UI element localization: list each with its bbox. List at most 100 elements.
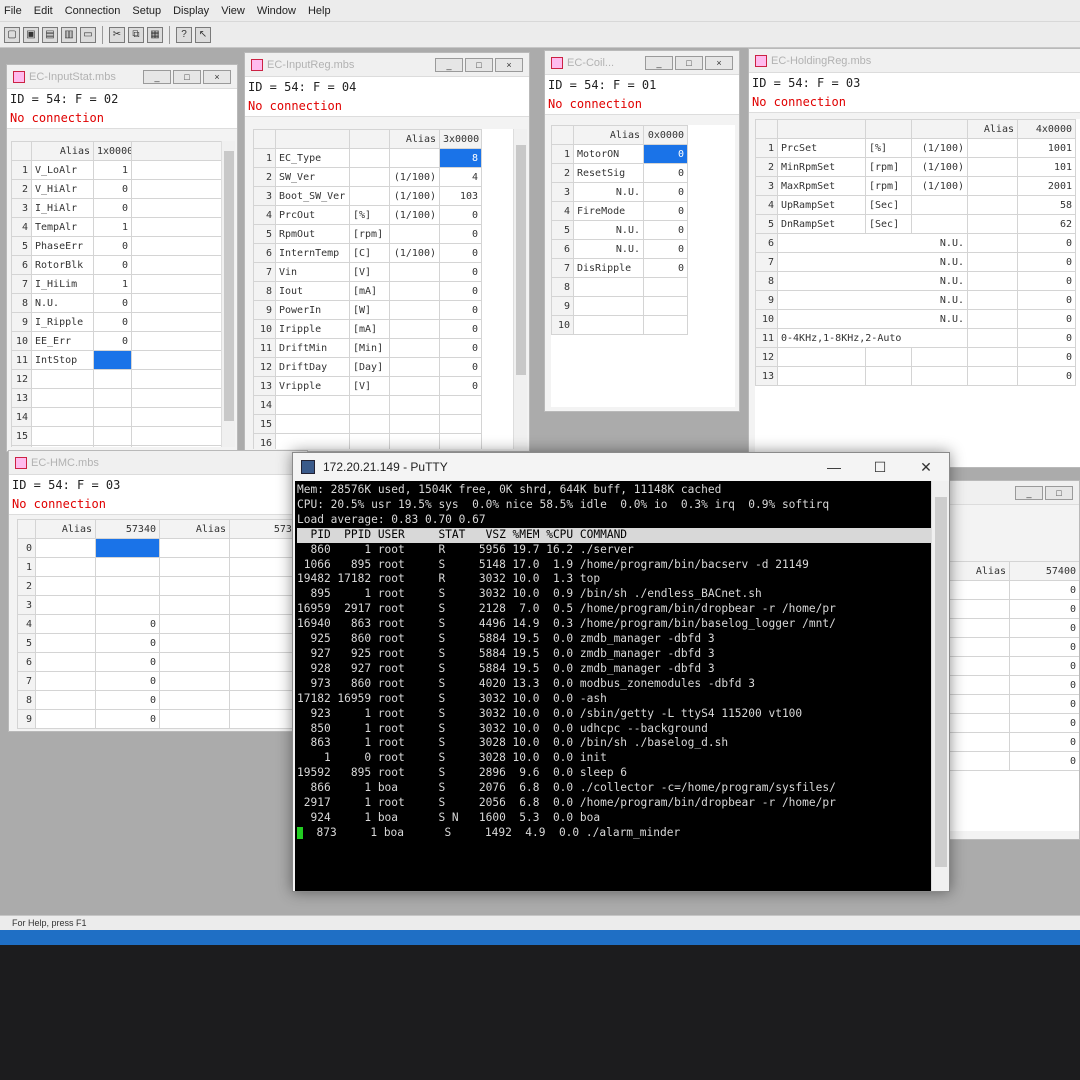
table-row[interactable]: 1 MotorON 0 [551, 144, 688, 164]
value-cell[interactable]: 0 [1017, 271, 1076, 291]
table-row[interactable]: 40 [17, 614, 305, 634]
value-cell[interactable]: 0 [95, 633, 160, 653]
window-titlebar[interactable]: _ □ [931, 481, 1079, 505]
value-cell[interactable] [93, 350, 132, 370]
value-cell[interactable]: 0 [439, 300, 482, 320]
table-row[interactable]: 5 N.U. 0 [551, 220, 688, 240]
value-cell[interactable]: 0 [439, 205, 482, 225]
table-row[interactable]: 0 [939, 580, 1079, 600]
value-cell[interactable]: 0 [1009, 751, 1079, 771]
table-row[interactable]: 5 PhaseErr 0 [11, 236, 222, 256]
table-row[interactable]: 4 PrcOut [%] (1/100) 0 [253, 205, 482, 225]
window-titlebar[interactable]: EC-InputReg.mbs _ □ × [245, 53, 529, 77]
value-cell[interactable]: 0 [439, 338, 482, 358]
table-row[interactable]: 50 [17, 633, 305, 653]
value-cell[interactable]: 0 [643, 163, 688, 183]
value-cell[interactable]: 8 [439, 148, 482, 168]
value-cell[interactable] [643, 296, 688, 316]
copy-icon[interactable]: ⧉ [128, 26, 144, 43]
table-row[interactable]: 8 [551, 277, 688, 297]
maximize-button[interactable]: ☐ [857, 459, 903, 476]
value-cell[interactable] [439, 414, 482, 434]
window-titlebar[interactable]: EC-HMC.mbs [9, 451, 307, 475]
value-cell[interactable] [643, 315, 688, 335]
value-cell[interactable]: 0 [643, 258, 688, 278]
value-cell[interactable]: 58 [1017, 195, 1076, 215]
table-row[interactable]: 3 N.U. 0 [551, 182, 688, 202]
value-cell[interactable]: 0 [95, 671, 160, 691]
value-cell[interactable]: 0 [93, 255, 132, 275]
coil-window[interactable]: EC-Coil... _ □ × ID = 54: F = 01 No connec… [544, 50, 740, 412]
terminal-output[interactable]: Mem: 28576K used, 1504K free, 0K shrd, 6… [295, 481, 931, 891]
table-row[interactable]: 5 DnRampSet [Sec] 62 [755, 214, 1076, 234]
open-folder-icon[interactable]: ▣ [23, 26, 39, 43]
table-row[interactable]: 12 [11, 369, 222, 389]
menu-item-connection[interactable]: Connection [65, 5, 121, 17]
vertical-scrollbar[interactable] [513, 129, 527, 449]
blank-doc-icon[interactable]: ▭ [80, 26, 96, 43]
value-cell[interactable] [93, 369, 132, 389]
value-cell[interactable]: 0 [643, 182, 688, 202]
value-cell[interactable]: 0 [1017, 328, 1076, 348]
value-cell[interactable]: 0 [643, 220, 688, 240]
value-cell[interactable]: 0 [1017, 290, 1076, 310]
table-row[interactable]: 10 Iripple [mA] 0 [253, 319, 482, 339]
table-row[interactable]: 0 [939, 694, 1079, 714]
table-row[interactable]: 90 [17, 709, 305, 729]
value-cell[interactable]: 0 [1009, 656, 1079, 676]
table-row[interactable]: 0 [939, 751, 1079, 771]
value-cell[interactable]: 101 [1017, 157, 1076, 177]
close-button[interactable]: × [495, 57, 523, 72]
value-cell[interactable]: 0 [439, 357, 482, 377]
close-button[interactable]: ✕ [903, 459, 949, 476]
table-row[interactable]: 10 EE_Err 0 [11, 331, 222, 351]
value-cell[interactable]: 0 [1009, 599, 1079, 619]
table-row[interactable]: 4 TempAlr 1 [11, 217, 222, 237]
table-row[interactable]: 16 [253, 433, 482, 449]
table-row[interactable]: 3 MaxRpmSet [rpm] (1/100) 2001 [755, 176, 1076, 196]
value-cell[interactable]: 0 [1009, 637, 1079, 657]
table-row[interactable]: 9 PowerIn [W] 0 [253, 300, 482, 320]
minimize-button[interactable]: _ [1015, 485, 1043, 500]
table-row[interactable]: 4 UpRampSet [Sec] 58 [755, 195, 1076, 215]
help-icon[interactable]: ? [176, 26, 192, 43]
register-grid[interactable]: Alias 1x0000 1 V_LoAlr 1 2 V_HiAlr 0 3 I_HiAlr 0… [11, 141, 235, 447]
value-cell[interactable]: 2001 [1017, 176, 1076, 196]
hmc-window[interactable]: EC-HMC.mbs ID = 54: F = 03 No connection… [8, 450, 308, 732]
table-row[interactable]: 2 SW_Ver (1/100) 4 [253, 167, 482, 187]
minimize-button[interactable]: _ [143, 69, 171, 84]
table-row[interactable]: 1 PrcSet [%] (1/100) 1001 [755, 138, 1076, 158]
table-row[interactable]: 7 N.U. 0 [755, 252, 1076, 272]
register-grid[interactable]: Alias 57340 Alias 57350 0123405060708090 [17, 519, 305, 729]
table-row[interactable]: 2 V_HiAlr 0 [11, 179, 222, 199]
value-cell[interactable]: 0 [95, 690, 160, 710]
table-row[interactable]: 10 [551, 315, 688, 335]
value-cell[interactable]: 0 [643, 239, 688, 259]
close-button[interactable]: × [705, 55, 733, 70]
value-cell[interactable]: 0 [439, 376, 482, 396]
putty-titlebar[interactable]: 172.20.21.149 - PuTTY — ☐ ✕ [293, 453, 949, 481]
input-status-window[interactable]: EC-InputStat.mbs _ □ × ID = 54: F = 02 No … [6, 64, 238, 452]
table-row[interactable]: 5 RpmOut [rpm] 0 [253, 224, 482, 244]
table-row[interactable]: 7 DisRipple 0 [551, 258, 688, 278]
table-row[interactable]: 8 N.U. 0 [755, 271, 1076, 291]
context-help-icon[interactable]: ↖ [195, 26, 211, 43]
value-cell[interactable]: 62 [1017, 214, 1076, 234]
maximize-button[interactable]: □ [173, 69, 201, 84]
table-row[interactable]: 15 [11, 426, 222, 446]
value-cell[interactable]: 1 [93, 274, 132, 294]
print-icon[interactable]: ▥ [61, 26, 77, 43]
table-row[interactable]: 0 [939, 637, 1079, 657]
table-row[interactable]: 16 [11, 445, 222, 447]
table-row[interactable]: 60 [17, 652, 305, 672]
table-row[interactable]: 13 0 [755, 366, 1076, 386]
table-row[interactable]: 15 [253, 414, 482, 434]
value-cell[interactable]: 0 [1017, 309, 1076, 329]
table-row[interactable]: 6 InternTemp [C] (1/100) 0 [253, 243, 482, 263]
holding-register-window[interactable]: EC-HoldingReg.mbs ID = 54: F = 03 No con… [748, 48, 1080, 468]
value-cell[interactable]: 0 [93, 179, 132, 199]
table-row[interactable]: 11 0-4KHz,1-8KHz,2-Auto 0 [755, 328, 1076, 348]
minimize-button[interactable]: _ [435, 57, 463, 72]
table-row[interactable]: 13 [11, 388, 222, 408]
putty-window[interactable]: 172.20.21.149 - PuTTY — ☐ ✕ Mem: 28576K … [292, 452, 950, 892]
